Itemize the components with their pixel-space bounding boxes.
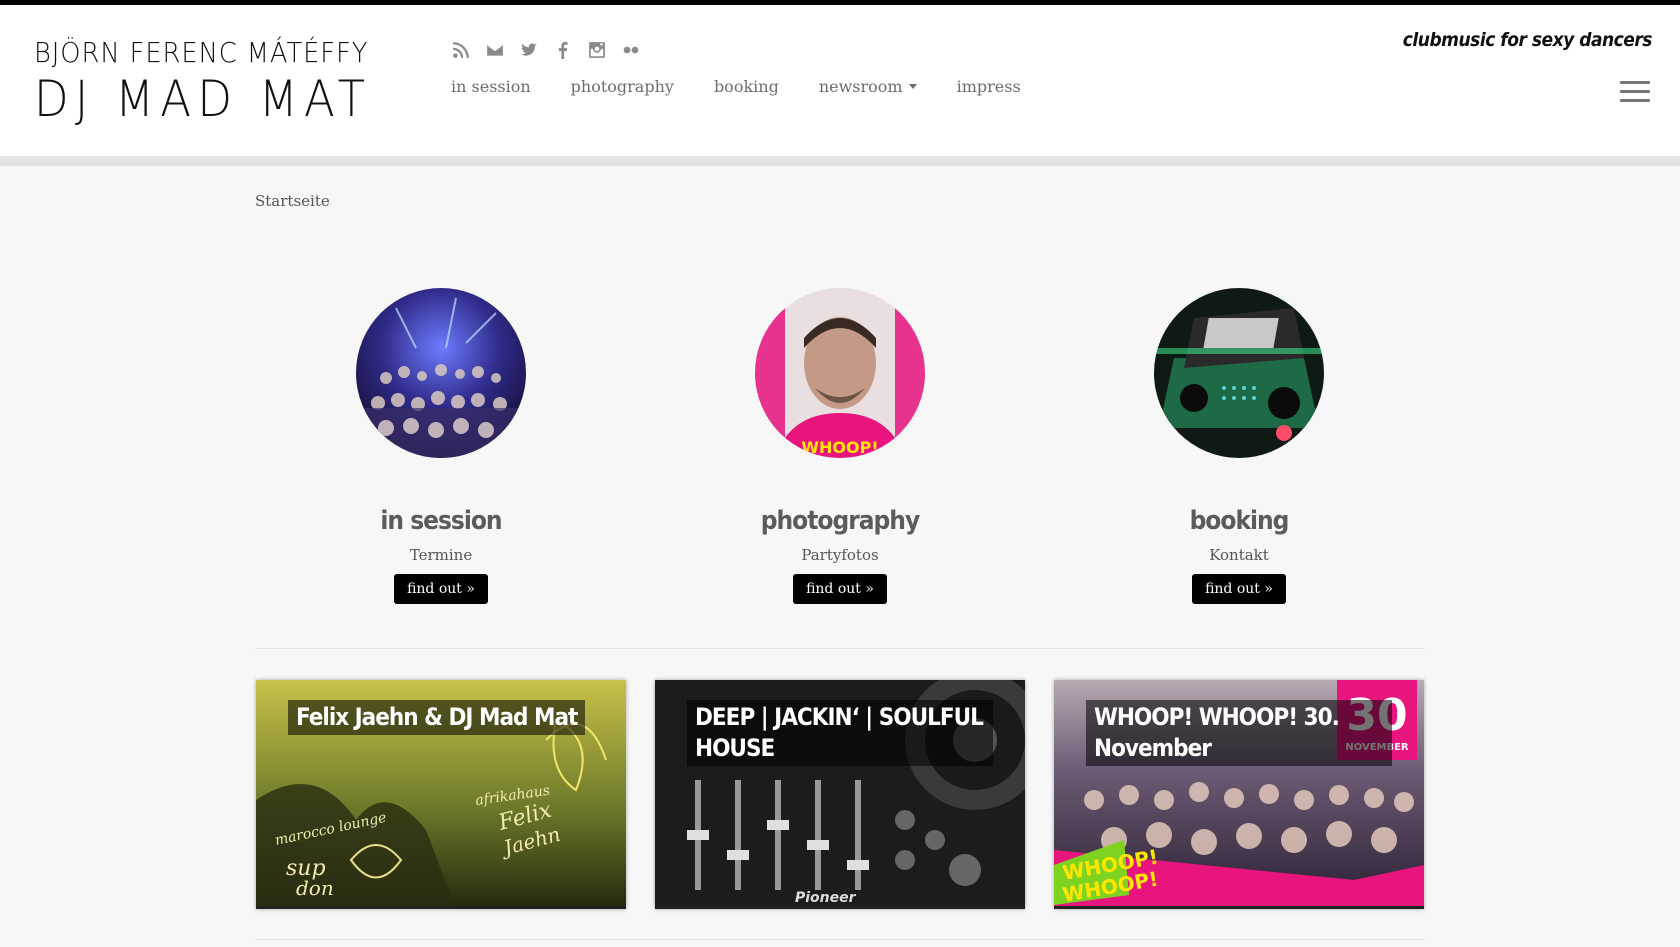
nav-photography[interactable]: photography bbox=[571, 77, 674, 96]
breadcrumb[interactable]: Startseite bbox=[255, 192, 330, 210]
mail-icon[interactable] bbox=[484, 39, 506, 61]
flickr-icon[interactable] bbox=[620, 39, 642, 61]
twitter-icon[interactable] bbox=[518, 39, 540, 61]
section-divider bbox=[255, 648, 1425, 649]
hamburger-bar bbox=[1620, 90, 1650, 93]
post-title[interactable]: WHOOP! WHOOP! 30. November bbox=[1086, 700, 1392, 766]
post-card[interactable]: 30 NOVEMBER WHOOP! WHOOP! WHOOP! WHOOP! … bbox=[1054, 680, 1424, 909]
nav-booking[interactable]: booking bbox=[714, 77, 779, 96]
nav-newsroom[interactable]: newsroom bbox=[819, 77, 917, 96]
rss-icon[interactable] bbox=[450, 39, 472, 61]
feature-subtitle: Partyfotos bbox=[801, 546, 879, 564]
facebook-icon[interactable] bbox=[552, 39, 574, 61]
feature-booking: booking Kontakt find out » bbox=[1089, 288, 1389, 604]
find-out-button[interactable]: find out » bbox=[793, 574, 887, 604]
nav-impress[interactable]: impress bbox=[957, 77, 1021, 96]
feature-title: photography bbox=[760, 506, 920, 536]
find-out-button[interactable]: find out » bbox=[394, 574, 488, 604]
svg-text:don: don bbox=[296, 876, 334, 900]
feature-image-portrait[interactable]: WHOOP! bbox=[755, 288, 925, 458]
hamburger-icon[interactable] bbox=[1620, 81, 1650, 103]
caret-down-icon bbox=[908, 84, 917, 89]
feature-title: booking bbox=[1189, 506, 1290, 536]
section-divider bbox=[255, 939, 1425, 940]
site-logo[interactable]: BJÖRN FERENC MÁTÉFFY DJ MAD MAT bbox=[34, 35, 372, 128]
nav-newsroom-label: newsroom bbox=[818, 77, 903, 96]
post-title[interactable]: DEEP | JACKIN‘ | SOULFUL HOUSE bbox=[687, 700, 993, 766]
post-card[interactable]: Pioneer DEEP | JACKIN‘ | SOULFUL HOUSE bbox=[655, 680, 1025, 909]
feature-image-dj-equipment[interactable] bbox=[1154, 288, 1324, 458]
svg-text:WHOOP!: WHOOP! bbox=[801, 438, 878, 457]
social-links bbox=[450, 39, 642, 61]
feature-in-session: in session Termine find out » bbox=[291, 288, 591, 604]
svg-text:Pioneer: Pioneer bbox=[795, 890, 857, 906]
site-header: BJÖRN FERENC MÁTÉFFY DJ MAD MAT in sessi… bbox=[0, 5, 1680, 156]
main-navigation: in session photography booking newsroom … bbox=[451, 77, 1061, 96]
feature-subtitle: Kontakt bbox=[1209, 546, 1269, 564]
header-shadow bbox=[0, 156, 1680, 166]
feature-title: in session bbox=[380, 506, 502, 536]
site-tagline: clubmusic for sexy dancers bbox=[1402, 29, 1653, 51]
instagram-icon[interactable] bbox=[586, 39, 608, 61]
feature-photography: WHOOP! photography Partyfotos find out » bbox=[690, 288, 990, 604]
logo-name: BJÖRN FERENC MÁTÉFFY bbox=[34, 36, 369, 69]
nav-in-session[interactable]: in session bbox=[451, 77, 531, 96]
post-card[interactable]: marocco lounge afrikahaus Felix Jaehn su… bbox=[256, 680, 626, 909]
post-title[interactable]: Felix Jaehn & DJ Mad Mat bbox=[288, 700, 586, 735]
feature-image-club-crowd[interactable] bbox=[356, 288, 526, 458]
find-out-button[interactable]: find out » bbox=[1192, 574, 1286, 604]
logo-dj-name: DJ MAD MAT bbox=[34, 70, 372, 128]
hamburger-bar bbox=[1620, 81, 1650, 84]
hamburger-bar bbox=[1620, 99, 1650, 102]
feature-subtitle: Termine bbox=[409, 546, 473, 564]
